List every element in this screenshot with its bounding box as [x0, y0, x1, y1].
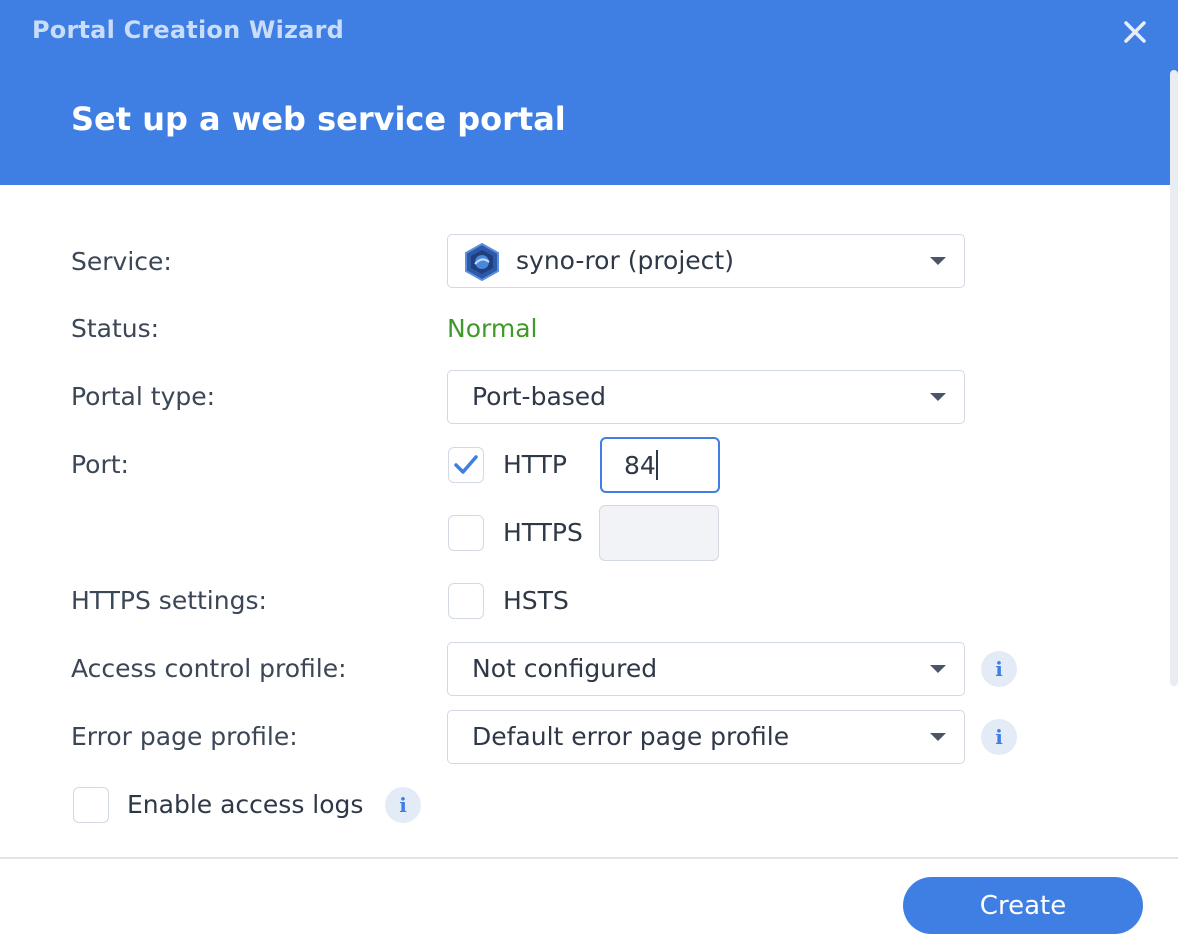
http-checkbox[interactable] [448, 447, 484, 483]
access-logs-label: Enable access logs [127, 790, 364, 819]
info-icon[interactable]: i [385, 787, 421, 823]
chevron-down-icon [930, 257, 946, 265]
window-title: Portal Creation Wizard [32, 16, 344, 44]
hsts-checkbox[interactable] [448, 583, 484, 619]
portal-type-select[interactable]: Port-based [447, 370, 965, 424]
service-value: syno-ror (project) [516, 246, 734, 275]
page-heading: Set up a web service portal [71, 100, 566, 138]
text-cursor [656, 450, 658, 480]
chevron-down-icon [930, 665, 946, 673]
error-page-label: Error page profile: [71, 722, 298, 751]
create-button[interactable]: Create [903, 877, 1143, 934]
error-page-select[interactable]: Default error page profile [447, 710, 965, 764]
status-label: Status: [71, 314, 160, 343]
status-value: Normal [447, 314, 538, 343]
close-button[interactable] [1118, 14, 1152, 50]
error-page-value: Default error page profile [472, 722, 790, 751]
chevron-down-icon [930, 733, 946, 741]
checkmark-icon [454, 455, 478, 474]
access-control-label: Access control profile: [71, 654, 347, 683]
hsts-label: HSTS [503, 586, 569, 615]
access-logs-checkbox[interactable] [73, 787, 109, 823]
access-control-select[interactable]: Not configured [447, 642, 965, 696]
portal-type-label: Portal type: [71, 382, 216, 411]
http-label: HTTP [503, 450, 567, 479]
project-hexagon-icon [465, 242, 499, 282]
scrollbar[interactable] [1170, 70, 1178, 686]
portal-type-value: Port-based [472, 382, 607, 411]
https-settings-label: HTTPS settings: [71, 586, 267, 615]
info-icon[interactable]: i [981, 719, 1017, 755]
https-checkbox[interactable] [448, 515, 484, 551]
wizard-header: Portal Creation Wizard Set up a web serv… [0, 0, 1178, 185]
access-control-value: Not configured [472, 654, 658, 683]
http-port-input[interactable] [600, 437, 720, 493]
https-port-input[interactable] [599, 505, 719, 561]
close-icon [1124, 21, 1146, 43]
service-label: Service: [71, 247, 172, 276]
footer-divider [0, 857, 1178, 859]
chevron-down-icon [930, 393, 946, 401]
https-label: HTTPS [503, 518, 583, 547]
port-label: Port: [71, 450, 129, 479]
service-select[interactable]: syno-ror (project) [447, 234, 965, 288]
info-icon[interactable]: i [981, 651, 1017, 687]
